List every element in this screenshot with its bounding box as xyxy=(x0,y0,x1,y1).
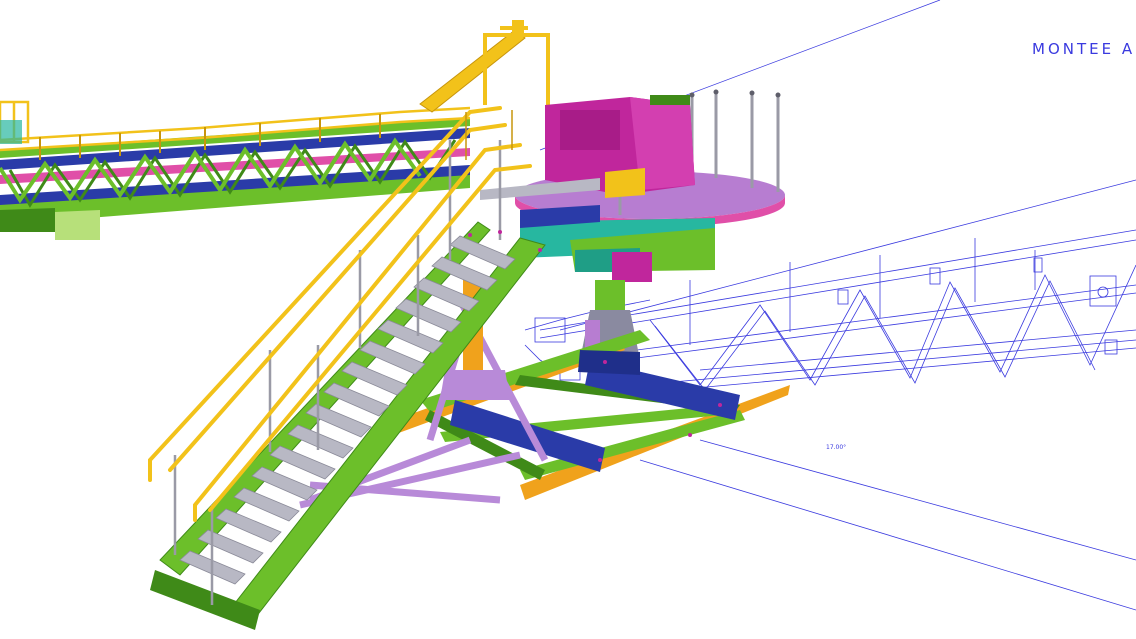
support-column xyxy=(595,280,625,310)
walkway-left-support xyxy=(0,208,55,232)
cad-3d-viewport[interactable] xyxy=(0,0,1136,639)
perspective-line-bottom xyxy=(639,459,1136,611)
drawing-annotation-title: MONTEE A xyxy=(1032,40,1136,58)
dimension-label: 17.00° xyxy=(826,444,847,451)
perspective-line-low xyxy=(699,439,1136,561)
truss-walkway xyxy=(0,100,471,240)
slewing-platform xyxy=(480,89,785,370)
gantry-arm xyxy=(419,20,550,113)
